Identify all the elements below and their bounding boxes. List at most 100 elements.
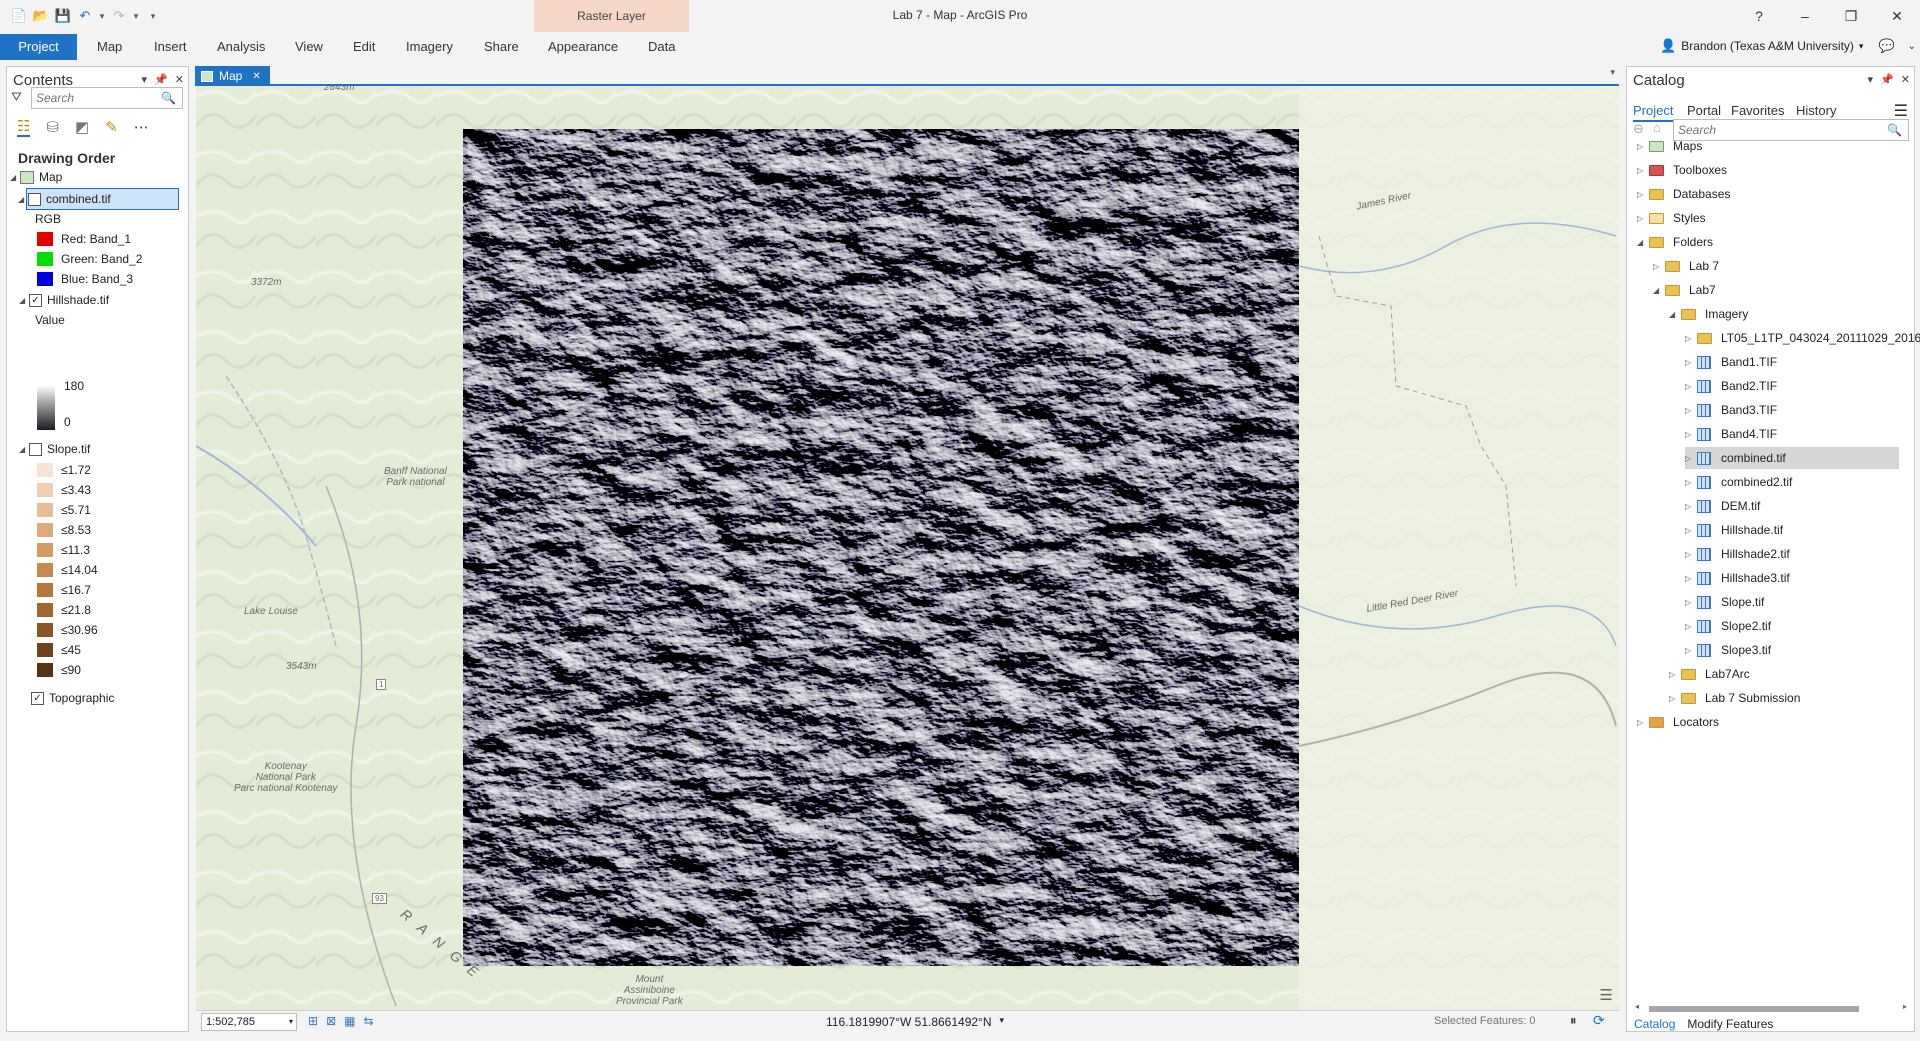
help-button[interactable]: ? xyxy=(1736,0,1782,32)
more-options-icon[interactable]: ⋯ xyxy=(134,118,149,136)
catalog-tab-history[interactable]: History xyxy=(1796,103,1836,118)
search-icon[interactable]: 🔍 xyxy=(161,91,176,105)
coordinate-format-icon[interactable]: ▾ xyxy=(1000,1015,1005,1029)
catalog-item-lab-7[interactable]: ▷ Lab 7 xyxy=(1653,255,1719,277)
list-by-editing-icon[interactable]: ✎ xyxy=(105,118,118,136)
layer-visibility-checkbox[interactable]: ✓ xyxy=(31,691,44,705)
tab-imagery[interactable]: Imagery xyxy=(394,34,465,60)
catalog-raster-item[interactable]: ▷ Slope2.tif xyxy=(1685,615,1771,637)
new-project-icon[interactable]: 📄 xyxy=(8,6,30,26)
catalog-search[interactable]: 🔍 xyxy=(1673,119,1909,141)
pin-icon[interactable]: 📌 xyxy=(1880,73,1894,86)
save-project-icon[interactable]: 💾 xyxy=(52,6,74,26)
collapse-icon[interactable]: ◢ xyxy=(19,445,29,454)
catalog-item-maps[interactable]: ▷ Maps xyxy=(1637,135,1702,157)
customize-toolbar-icon[interactable]: ▾ xyxy=(142,6,164,26)
toc-layer-slope[interactable]: ◢ Slope.tif xyxy=(19,439,90,459)
pin-icon[interactable]: 📌 xyxy=(154,73,168,86)
table-icon[interactable]: ▦ xyxy=(344,1014,355,1028)
user-account[interactable]: 👤 Brandon (Texas A&M University) ▾ 💬 ⌄ xyxy=(1660,37,1916,55)
close-button[interactable]: ✕ xyxy=(1874,0,1920,32)
bottom-tab-catalog[interactable]: Catalog xyxy=(1634,1017,1675,1031)
toc-layer-combined[interactable]: ◢ combined.tif xyxy=(18,188,179,210)
expand-icon[interactable]: ▷ xyxy=(1685,430,1695,439)
tab-data[interactable]: Data xyxy=(636,34,687,60)
expand-icon[interactable]: ▷ xyxy=(1637,214,1647,223)
expand-icon[interactable]: ▷ xyxy=(1685,622,1695,631)
expand-icon[interactable]: ▷ xyxy=(1685,598,1695,607)
catalog-item-toolboxes[interactable]: ▷ Toolboxes xyxy=(1637,159,1727,181)
close-pane-icon[interactable]: ✕ xyxy=(1901,73,1910,86)
catalog-tab-favorites[interactable]: Favorites xyxy=(1731,103,1784,118)
catalog-raster-item[interactable]: ▷ Band3.TIF xyxy=(1685,399,1777,421)
grid-icon[interactable]: ⊠ xyxy=(326,1014,336,1028)
expand-icon[interactable]: ▷ xyxy=(1685,406,1695,415)
tab-appearance[interactable]: Appearance xyxy=(536,34,630,60)
refresh-play-icon[interactable]: ⇆ xyxy=(363,1014,373,1028)
catalog-search-input[interactable] xyxy=(1674,120,1908,140)
collapse-icon[interactable]: ◢ xyxy=(19,296,29,305)
selected-features[interactable]: Selected Features: 0 xyxy=(1434,1015,1536,1027)
catalog-raster-item[interactable]: ▷ Hillshade.tif xyxy=(1685,519,1783,541)
filter-icon[interactable]: ⛛ xyxy=(11,89,22,105)
expand-icon[interactable]: ▷ xyxy=(1685,574,1695,583)
tab-share[interactable]: Share xyxy=(472,34,531,60)
close-pane-icon[interactable]: ✕ xyxy=(175,73,184,86)
expand-icon[interactable]: ▷ xyxy=(1637,142,1647,151)
expand-icon[interactable]: ▷ xyxy=(1685,382,1695,391)
catalog-item-databases[interactable]: ▷ Databases xyxy=(1637,183,1730,205)
open-project-icon[interactable]: 📂 xyxy=(30,6,52,26)
catalog-item-lab7arc[interactable]: ▷ Lab7Arc xyxy=(1669,663,1750,685)
catalog-item-styles[interactable]: ▷ Styles xyxy=(1637,207,1706,229)
catalog-raster-item[interactable]: ▷ combined2.tif xyxy=(1685,471,1792,493)
collapse-icon[interactable]: ◢ xyxy=(1653,286,1663,295)
view-options-icon[interactable]: ▾ xyxy=(1610,67,1615,78)
layer-visibility-checkbox[interactable]: ✓ xyxy=(29,293,42,307)
tab-analysis[interactable]: Analysis xyxy=(205,34,277,60)
expand-icon[interactable]: ▷ xyxy=(1685,358,1695,367)
layer-visibility-checkbox[interactable] xyxy=(29,442,42,456)
tab-edit[interactable]: Edit xyxy=(341,34,387,60)
list-by-drawing-order-icon[interactable]: ☷ xyxy=(17,117,31,137)
layer-visibility-checkbox[interactable] xyxy=(28,192,41,206)
expand-icon[interactable]: ▷ xyxy=(1685,526,1695,535)
scroll-left-icon[interactable]: ◂ xyxy=(1635,1002,1639,1011)
pane-options-icon[interactable]: ▾ xyxy=(142,73,148,86)
catalog-item-lab7-submission[interactable]: ▷ Lab 7 Submission xyxy=(1669,687,1800,709)
collapse-icon[interactable]: ◢ xyxy=(18,195,28,204)
catalog-item-folders[interactable]: ◢ Folders xyxy=(1637,231,1713,253)
expand-icon[interactable]: ▷ xyxy=(1669,694,1679,703)
notifications-icon[interactable]: 💬 xyxy=(1878,38,1894,54)
expand-icon[interactable]: ▷ xyxy=(1685,502,1695,511)
toc-map[interactable]: ◢ Map xyxy=(10,167,62,187)
menu-icon[interactable]: ☰ xyxy=(1894,101,1908,121)
expand-icon[interactable]: ▷ xyxy=(1685,646,1695,655)
tab-map-view[interactable]: Map ✕ xyxy=(195,66,270,86)
catalog-raster-item[interactable]: ▷ DEM.tif xyxy=(1685,495,1760,517)
catalog-raster-item[interactable]: ▷ Slope3.tif xyxy=(1685,639,1771,661)
catalog-item-locators[interactable]: ▷ Locators xyxy=(1637,711,1719,733)
collapse-icon[interactable]: ◢ xyxy=(1637,238,1647,247)
pause-drawing-icon[interactable]: ⏸ xyxy=(1570,1013,1577,1029)
catalog-horizontal-scrollbar[interactable]: ◂ ▸ xyxy=(1635,1002,1907,1013)
undo-dropdown-icon[interactable]: ▾ xyxy=(96,6,108,26)
ribbon-collapse-icon[interactable]: ⌄ xyxy=(1908,41,1916,52)
expand-icon[interactable]: ▷ xyxy=(1669,670,1679,679)
expand-icon[interactable]: ▷ xyxy=(1637,718,1647,727)
close-tab-icon[interactable]: ✕ xyxy=(252,71,260,82)
map-canvas[interactable]: 2843m 3372m 3543m Banff National Park na… xyxy=(196,86,1619,1010)
scrollbar-thumb[interactable] xyxy=(1649,1006,1859,1012)
map-notes-icon[interactable]: ☰ xyxy=(1600,986,1613,1004)
catalog-tab-portal[interactable]: Portal xyxy=(1687,103,1721,118)
toc-layer-hillshade[interactable]: ◢ ✓ Hillshade.tif xyxy=(19,290,109,310)
expand-icon[interactable]: ▷ xyxy=(1685,478,1695,487)
toc-layer-topographic[interactable]: ✓ Topographic xyxy=(31,688,114,708)
expand-icon[interactable]: ▷ xyxy=(1685,334,1695,343)
tab-map[interactable]: Map xyxy=(85,34,134,60)
collapse-icon[interactable]: ◢ xyxy=(10,173,20,182)
catalog-raster-item[interactable]: ▷ combined.tif xyxy=(1685,447,1899,469)
expand-icon[interactable]: ▷ xyxy=(1637,190,1647,199)
undo-icon[interactable]: ↶ xyxy=(74,6,96,26)
tab-project[interactable]: Project xyxy=(0,34,77,60)
expand-icon[interactable]: ▷ xyxy=(1685,454,1695,463)
